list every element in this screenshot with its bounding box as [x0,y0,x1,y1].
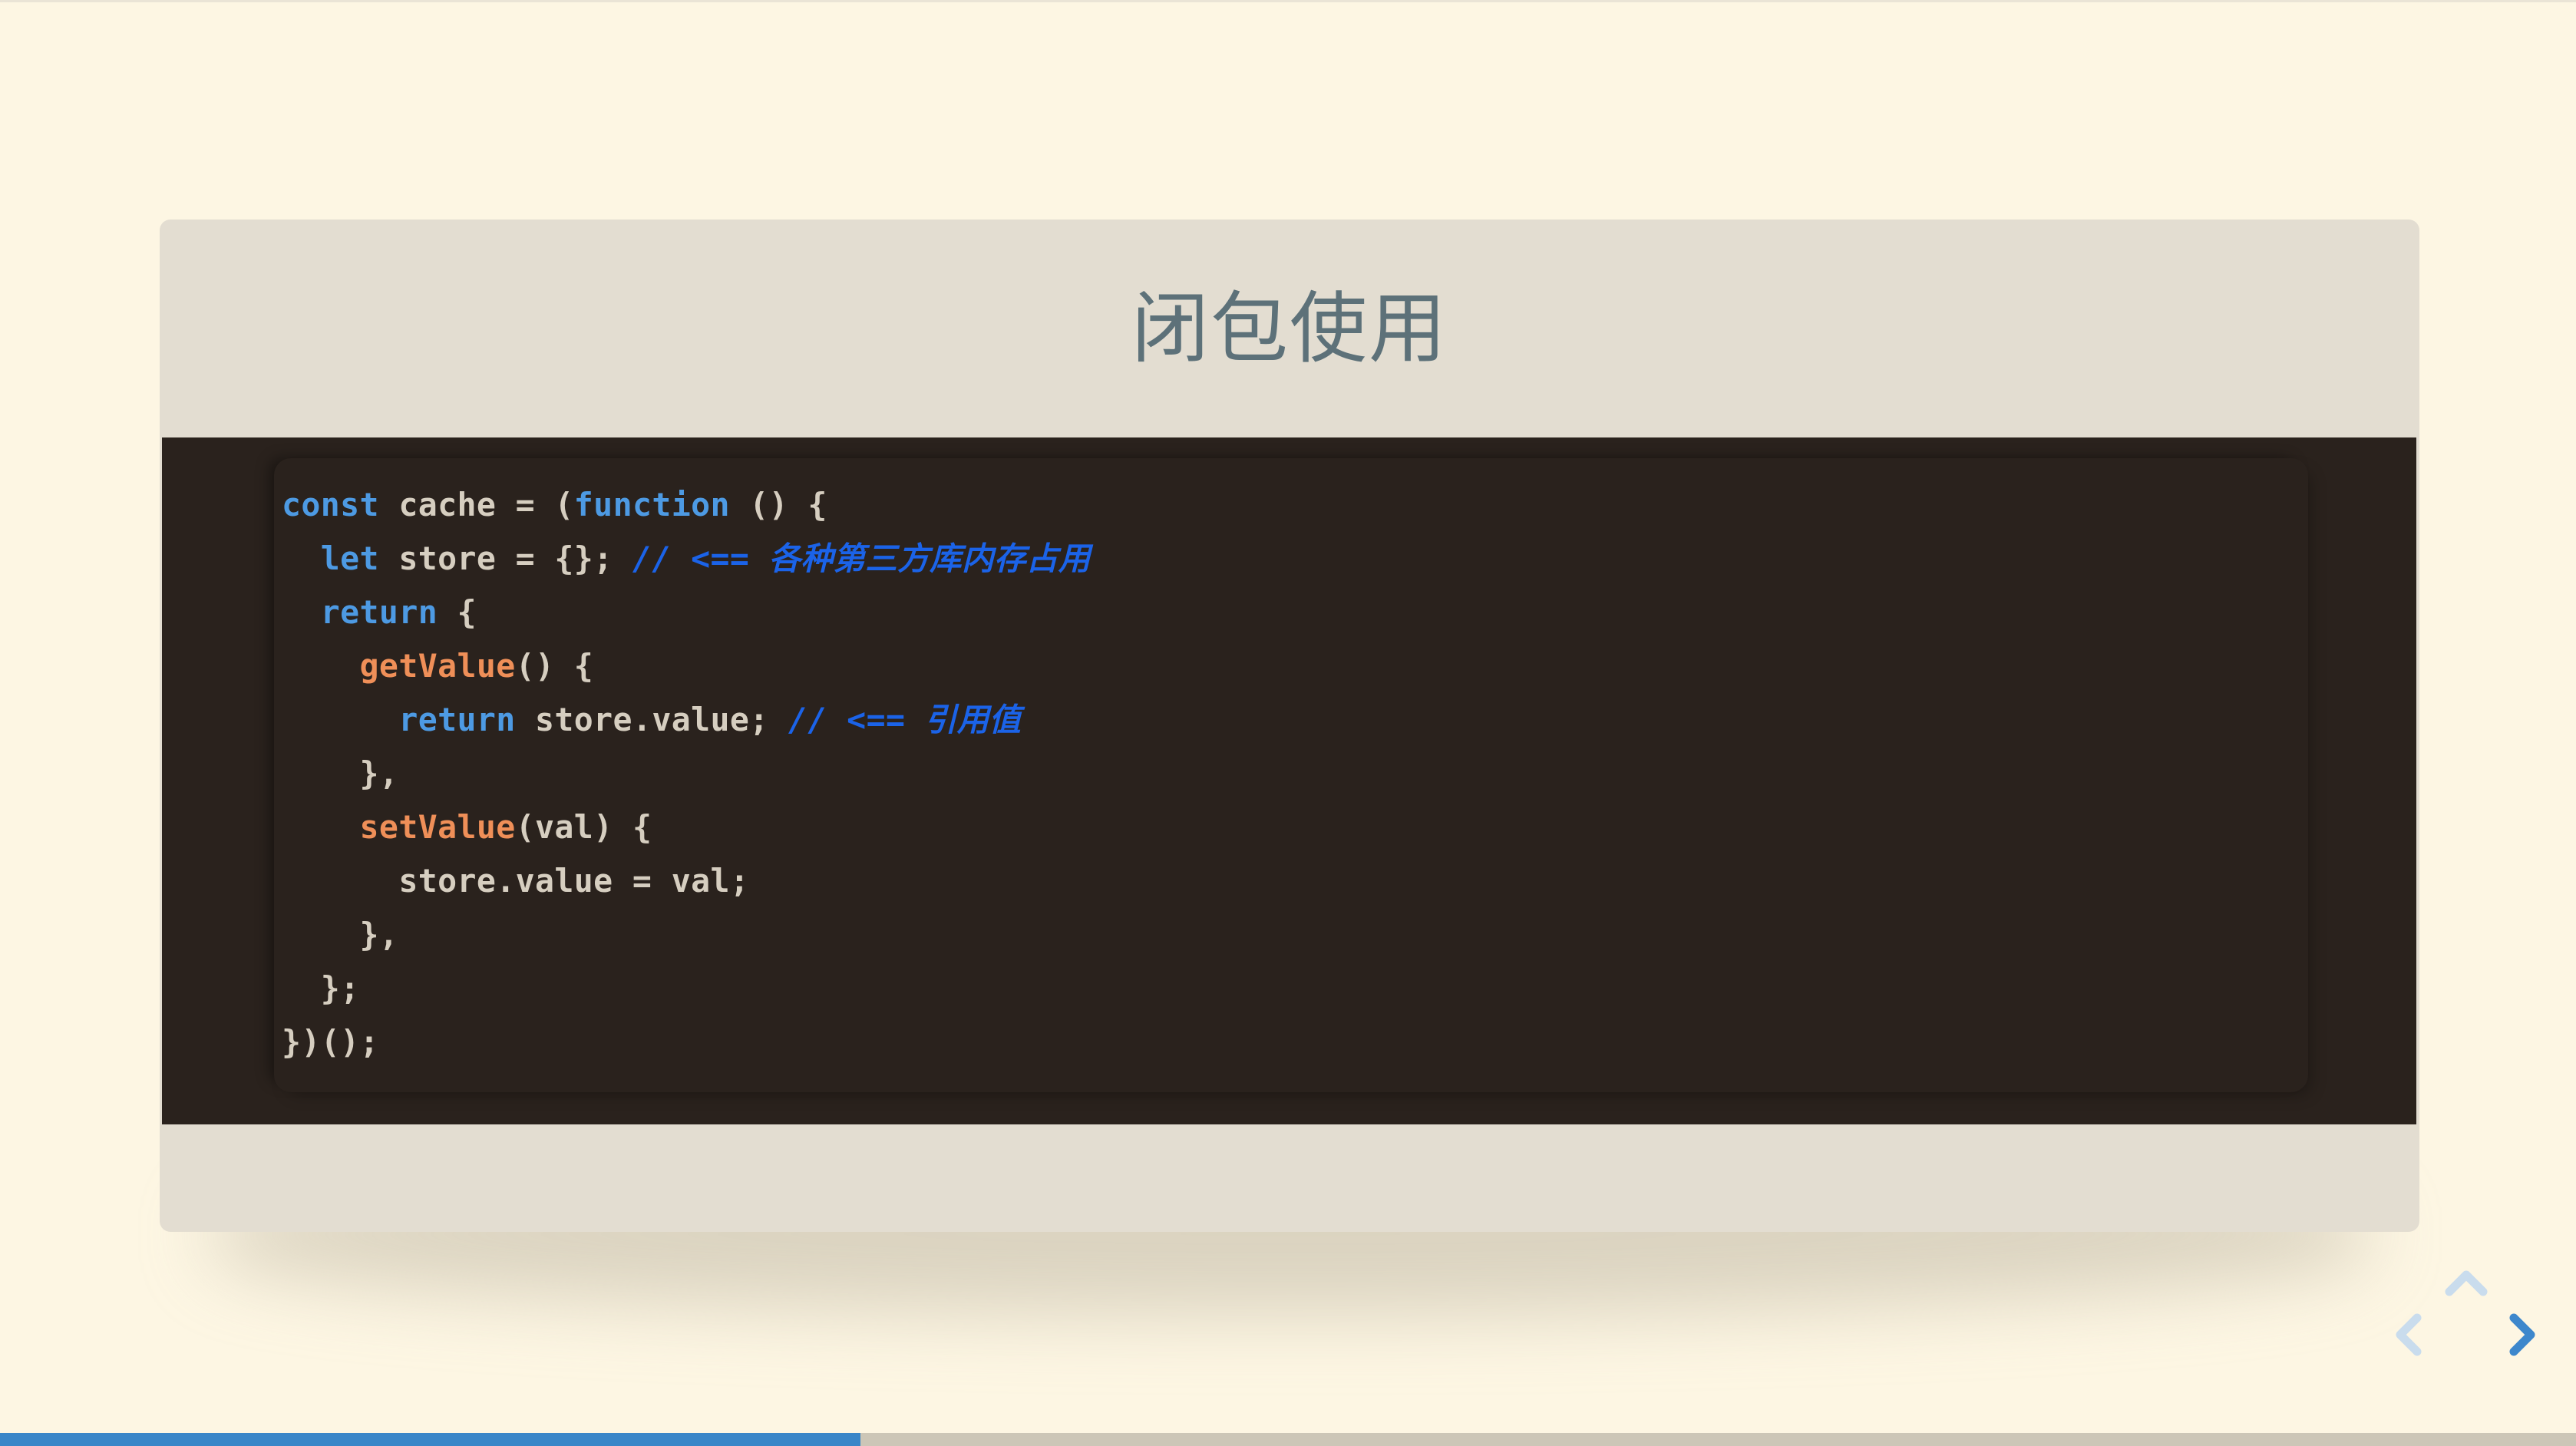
chevron-right-icon [2509,1313,2535,1356]
nav-next-button[interactable] [2493,1306,2550,1363]
code-pre: const cache = (function () { let store =… [274,458,2308,1092]
presentation-deck: 闭包使用 const cache = (function () { let st… [0,0,2576,1446]
slide-navigation-controls [2375,1257,2559,1403]
code-content: const cache = (function () { let store =… [282,486,1091,1061]
code-block: const cache = (function () { let store =… [162,437,2416,1124]
slide-title: 闭包使用 [1131,282,1448,374]
slide: 闭包使用 const cache = (function () { let st… [160,220,2419,1232]
progress-fill [0,1433,860,1446]
nav-up-button[interactable] [2438,1257,2495,1314]
nav-previous-button[interactable] [2383,1306,2439,1363]
chevron-up-icon [2445,1270,2488,1296]
chevron-left-icon [2396,1313,2422,1356]
progress-bar[interactable] [0,1433,2576,1446]
